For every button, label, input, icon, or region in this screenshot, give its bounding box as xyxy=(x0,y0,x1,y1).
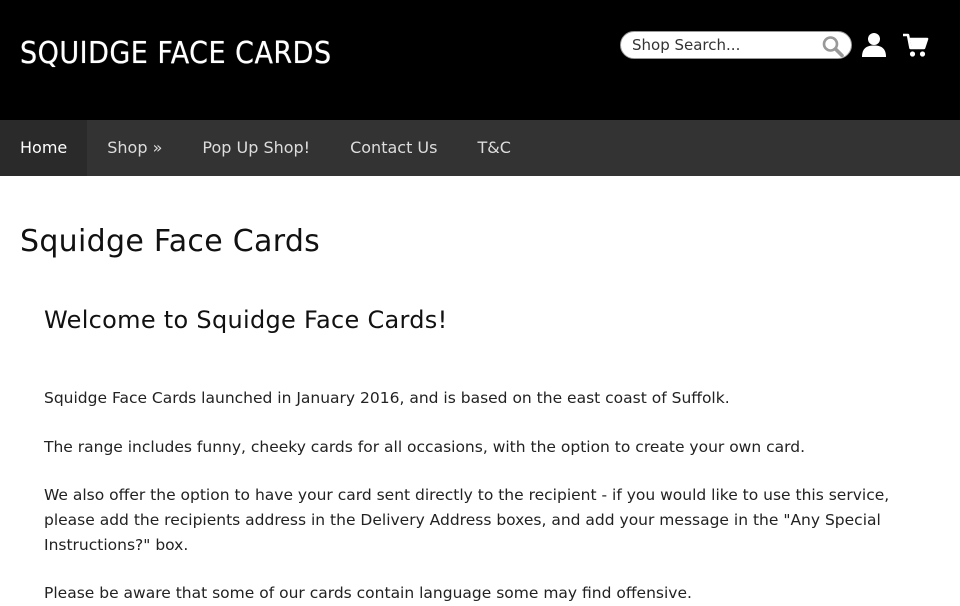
nav-item-contact-us[interactable]: Contact Us xyxy=(330,120,457,176)
search-button[interactable] xyxy=(821,35,845,58)
main-nav: Home Shop » Pop Up Shop! Contact Us T&C xyxy=(0,120,960,176)
user-icon xyxy=(862,33,886,57)
intro-paragraph: Squidge Face Cards launched in January 2… xyxy=(44,389,730,407)
range-paragraph: The range includes funny, cheeky cards f… xyxy=(44,438,805,456)
delivery-paragraph: We also offer the option to have your ca… xyxy=(44,486,890,554)
account-button[interactable] xyxy=(860,31,888,59)
page-title: Squidge Face Cards xyxy=(20,224,321,259)
nav-item-pop-up-shop[interactable]: Pop Up Shop! xyxy=(182,120,330,176)
language-warning-paragraph: Please be aware that some of our cards c… xyxy=(44,584,692,602)
welcome-heading: Welcome to Squidge Face Cards! xyxy=(44,306,448,334)
magnifier-icon xyxy=(822,36,844,58)
search-box xyxy=(620,31,852,59)
site-logo[interactable]: Squidge Face Cards xyxy=(20,36,332,71)
cart-button[interactable] xyxy=(902,31,930,59)
cart-icon xyxy=(903,33,929,57)
nav-item-terms[interactable]: T&C xyxy=(457,120,530,176)
nav-item-home[interactable]: Home xyxy=(0,120,88,176)
nav-item-shop[interactable]: Shop » xyxy=(87,120,182,176)
logo-text: Squidge Face Cards xyxy=(20,36,332,71)
site-header: Squidge Face Cards xyxy=(0,0,960,120)
search-input[interactable] xyxy=(632,34,812,56)
